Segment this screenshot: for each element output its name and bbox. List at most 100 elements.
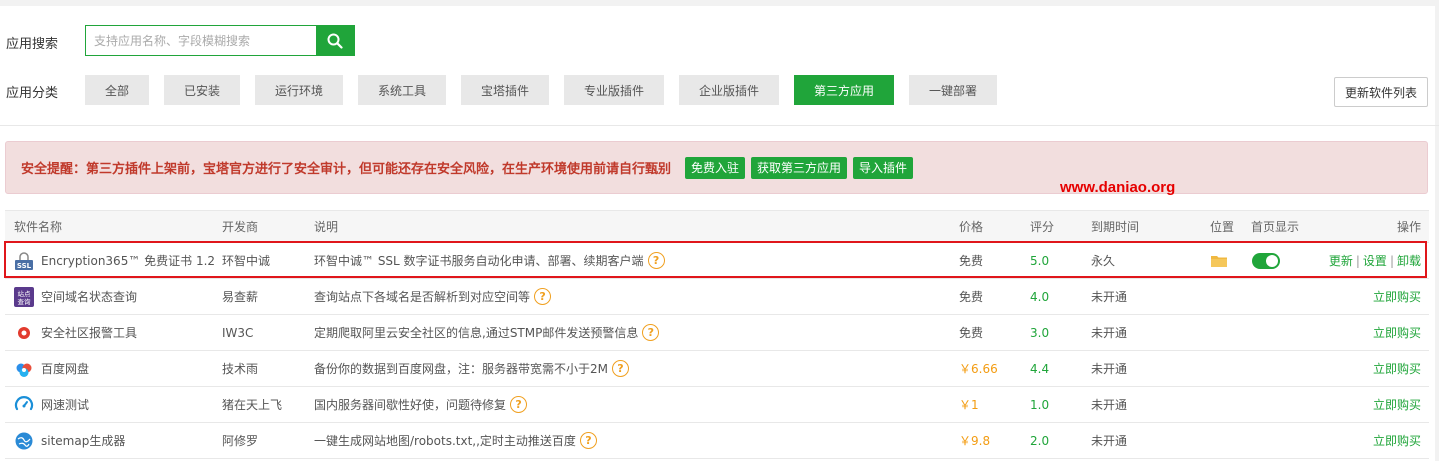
help-icon[interactable]: ? bbox=[534, 288, 552, 305]
import-plugin-button[interactable]: 导入插件 bbox=[853, 156, 914, 179]
alert-text: 安全提醒：第三方插件上架前，宝塔官方进行了安全审计，但可能还存在安全风险，在生产… bbox=[21, 162, 672, 177]
app-desc: 定期爬取阿里云安全社区的信息,通过STMP邮件发送预警信息 bbox=[314, 326, 639, 340]
search-box bbox=[85, 25, 355, 56]
settings-link[interactable]: 设置 bbox=[1363, 252, 1387, 269]
header-name: 软件名称 bbox=[14, 220, 63, 234]
category-label: 应用分类 bbox=[6, 86, 59, 101]
app-score: 3.0 bbox=[1030, 325, 1050, 340]
app-desc: 一键生成网站地图/robots.txt,,定时主动推送百度 bbox=[314, 434, 576, 448]
app-dev: 易查薪 bbox=[222, 290, 259, 304]
app-name: 空间域名状态查询 bbox=[41, 290, 138, 304]
security-alert: 安全提醒：第三方插件上架前，宝塔官方进行了安全审计，但可能还存在安全风险，在生产… bbox=[5, 141, 1428, 194]
app-score: 2.0 bbox=[1030, 433, 1050, 448]
table-row: 站点 查询 空间域名状态查询 易查薪 查询站点下各域名是否解析到对应空间等 ? … bbox=[5, 279, 1429, 315]
free-join-button[interactable]: 免费入驻 bbox=[685, 156, 746, 179]
op-separator: | bbox=[1355, 253, 1360, 268]
uninstall-link[interactable]: 卸载 bbox=[1397, 252, 1421, 269]
app-dev: 环智中诚 bbox=[222, 254, 271, 268]
app-price: 免费 bbox=[959, 290, 984, 304]
app-score: 1.0 bbox=[1030, 397, 1050, 412]
svg-text:站点: 站点 bbox=[18, 289, 32, 298]
svg-text:SSL: SSL bbox=[17, 262, 32, 270]
app-expire: 未开通 bbox=[1091, 362, 1128, 376]
buy-now-link[interactable]: 立即购买 bbox=[1373, 288, 1421, 305]
app-price: 免费 bbox=[959, 254, 984, 268]
app-desc: 环智中诚™ SSL 数字证书服务自动化申请、部署、续期客户端 bbox=[314, 254, 644, 268]
app-dev: 技术雨 bbox=[222, 362, 259, 376]
category-runtime[interactable]: 运行环境 bbox=[255, 75, 343, 105]
table-row: sitemap生成器 阿修罗 一键生成网站地图/robots.txt,,定时主动… bbox=[5, 423, 1429, 459]
search-input[interactable] bbox=[86, 26, 316, 55]
header-pos: 位置 bbox=[1210, 220, 1235, 234]
app-expire: 永久 bbox=[1091, 254, 1116, 268]
app-expire: 未开通 bbox=[1091, 326, 1128, 340]
help-icon[interactable]: ? bbox=[510, 396, 528, 413]
app-score: 4.0 bbox=[1030, 289, 1050, 304]
buy-now-link[interactable]: 立即购买 bbox=[1373, 432, 1421, 449]
app-name: 百度网盘 bbox=[41, 362, 90, 376]
app-score: 5.0 bbox=[1030, 253, 1050, 268]
right-scroll-strip bbox=[1435, 0, 1439, 461]
baidu-pan-icon bbox=[14, 359, 34, 379]
app-dev: 阿修罗 bbox=[222, 434, 259, 448]
app-name: 网速测试 bbox=[41, 398, 90, 412]
domain-query-icon: 站点 查询 bbox=[14, 286, 34, 307]
header-expire: 到期时间 bbox=[1091, 220, 1140, 234]
speedtest-icon bbox=[14, 395, 34, 415]
app-score: 4.4 bbox=[1030, 361, 1050, 376]
table-row: 安全社区报警工具 IW3C 定期爬取阿里云安全社区的信息,通过STMP邮件发送预… bbox=[5, 315, 1429, 351]
help-icon[interactable]: ? bbox=[579, 432, 597, 449]
category-one-click-deploy[interactable]: 一键部署 bbox=[909, 75, 997, 105]
table-row: 百度网盘 技术雨 备份你的数据到百度网盘，注：服务器带宽需不小于2M ? ￥6.… bbox=[5, 351, 1429, 387]
search-label: 应用搜索 bbox=[6, 37, 59, 52]
app-name: 安全社区报警工具 bbox=[41, 326, 138, 340]
update-link[interactable]: 更新 bbox=[1329, 252, 1353, 269]
app-dev: IW3C bbox=[222, 325, 254, 340]
watermark: www.daniao.org bbox=[1060, 179, 1176, 196]
category-enterprise-plugins[interactable]: 企业版插件 bbox=[679, 75, 779, 105]
header-op: 操作 bbox=[1396, 220, 1421, 234]
app-price: ￥1 bbox=[959, 398, 979, 412]
header-score: 评分 bbox=[1030, 220, 1055, 234]
help-icon[interactable]: ? bbox=[647, 252, 665, 269]
app-price: 免费 bbox=[959, 326, 984, 340]
help-icon[interactable]: ? bbox=[612, 360, 629, 377]
app-name: Encryption365™ 免费证书 1.2 bbox=[41, 254, 216, 268]
search-button[interactable] bbox=[316, 26, 354, 55]
header-price: 价格 bbox=[959, 220, 984, 234]
category-all[interactable]: 全部 bbox=[85, 75, 149, 105]
update-software-list-button[interactable]: 更新软件列表 bbox=[1334, 77, 1428, 107]
top-strip bbox=[0, 0, 1439, 6]
category-bt-plugins[interactable]: 宝塔插件 bbox=[461, 75, 549, 105]
category-installed[interactable]: 已安装 bbox=[164, 75, 240, 105]
buy-now-link[interactable]: 立即购买 bbox=[1373, 324, 1421, 341]
app-desc: 备份你的数据到百度网盘，注：服务器带宽需不小于2M bbox=[314, 362, 608, 376]
app-name: sitemap生成器 bbox=[41, 434, 126, 448]
home-display-toggle[interactable] bbox=[1252, 252, 1280, 269]
category-system-tools[interactable]: 系统工具 bbox=[358, 75, 446, 105]
buy-now-link[interactable]: 立即购买 bbox=[1373, 396, 1421, 413]
ssl-icon: SSL bbox=[14, 251, 34, 271]
search-icon bbox=[327, 33, 343, 49]
app-price: ￥9.8 bbox=[959, 434, 991, 448]
category-third-party[interactable]: 第三方应用 bbox=[794, 75, 894, 105]
table-header: 软件名称 开发商 说明 价格 评分 到期时间 位置 首页显示 操作 bbox=[5, 211, 1429, 243]
app-desc: 查询站点下各域名是否解析到对应空间等 bbox=[314, 290, 531, 304]
folder-icon[interactable] bbox=[1211, 254, 1227, 267]
divider bbox=[0, 125, 1439, 126]
header-desc: 说明 bbox=[314, 220, 339, 234]
sitemap-icon bbox=[14, 431, 34, 451]
app-expire: 未开通 bbox=[1091, 290, 1128, 304]
table-row: SSL Encryption365™ 免费证书 1.2 环智中诚 环智中诚™ S… bbox=[5, 243, 1429, 279]
header-home: 首页显示 bbox=[1251, 220, 1300, 234]
category-pro-plugins[interactable]: 专业版插件 bbox=[564, 75, 664, 105]
get-third-party-button[interactable]: 获取第三方应用 bbox=[751, 156, 848, 179]
header-dev: 开发商 bbox=[222, 220, 259, 234]
buy-now-link[interactable]: 立即购买 bbox=[1373, 360, 1421, 377]
table-row: 网速测试 猪在天上飞 国内服务器间歇性好使，问题待修复 ? ￥1 1.0 未开通… bbox=[5, 387, 1429, 423]
app-desc: 国内服务器间歇性好使，问题待修复 bbox=[314, 398, 507, 412]
svg-text:查询: 查询 bbox=[18, 297, 32, 306]
app-expire: 未开通 bbox=[1091, 398, 1128, 412]
help-icon[interactable]: ? bbox=[642, 324, 660, 341]
op-separator: | bbox=[1389, 253, 1394, 268]
